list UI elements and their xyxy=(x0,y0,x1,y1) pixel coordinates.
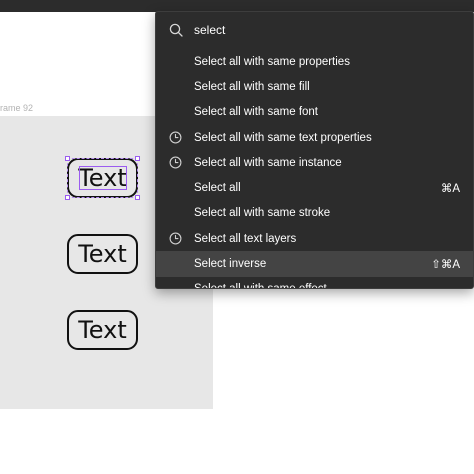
result-item[interactable]: Select all ⌘A xyxy=(156,175,473,200)
text-button-2[interactable]: Text xyxy=(67,234,138,274)
result-item[interactable]: Select all with same text properties xyxy=(156,125,473,150)
result-item[interactable]: Select all with same font xyxy=(156,100,473,125)
clock-icon xyxy=(169,156,182,169)
result-label: Select inverse xyxy=(194,258,267,271)
result-item[interactable]: Select all text layers xyxy=(156,226,473,251)
result-label: Select all xyxy=(194,182,241,195)
result-item[interactable]: Select all with same effect xyxy=(156,277,473,288)
quick-actions-palette: Select all with same properties Select al… xyxy=(155,11,474,289)
text-button-1[interactable]: Text xyxy=(67,158,138,198)
clock-icon xyxy=(169,131,182,144)
shortcut-hint: ⇧⌘A xyxy=(431,259,460,272)
shortcut-hint: ⌘A xyxy=(440,183,460,196)
result-label: Select all with same effect xyxy=(194,283,327,288)
result-item[interactable]: Select all with same stroke xyxy=(156,201,473,226)
results-list: Select all with same properties Select al… xyxy=(156,49,473,288)
frame-label[interactable]: rame 92 xyxy=(0,103,33,113)
result-item[interactable]: Select all with same instance xyxy=(156,150,473,175)
result-label: Select all with same instance xyxy=(194,156,342,169)
result-item[interactable]: Select inverse ⇧⌘A xyxy=(156,251,473,277)
result-label: Select all with same properties xyxy=(194,55,350,68)
result-label: Select all with same stroke xyxy=(194,207,331,220)
search-input[interactable] xyxy=(194,21,444,39)
clock-icon xyxy=(169,232,182,245)
result-label: Select all text layers xyxy=(194,232,297,245)
result-item[interactable]: Select all with same fill xyxy=(156,74,473,99)
search-icon xyxy=(169,23,183,37)
result-label: Select all with same text properties xyxy=(194,131,372,144)
search-row xyxy=(156,12,473,48)
result-item[interactable]: Select all with same properties xyxy=(156,49,473,74)
result-label: Select all with same font xyxy=(194,106,319,119)
result-label: Select all with same fill xyxy=(194,80,310,93)
text-button-3[interactable]: Text xyxy=(67,310,138,350)
